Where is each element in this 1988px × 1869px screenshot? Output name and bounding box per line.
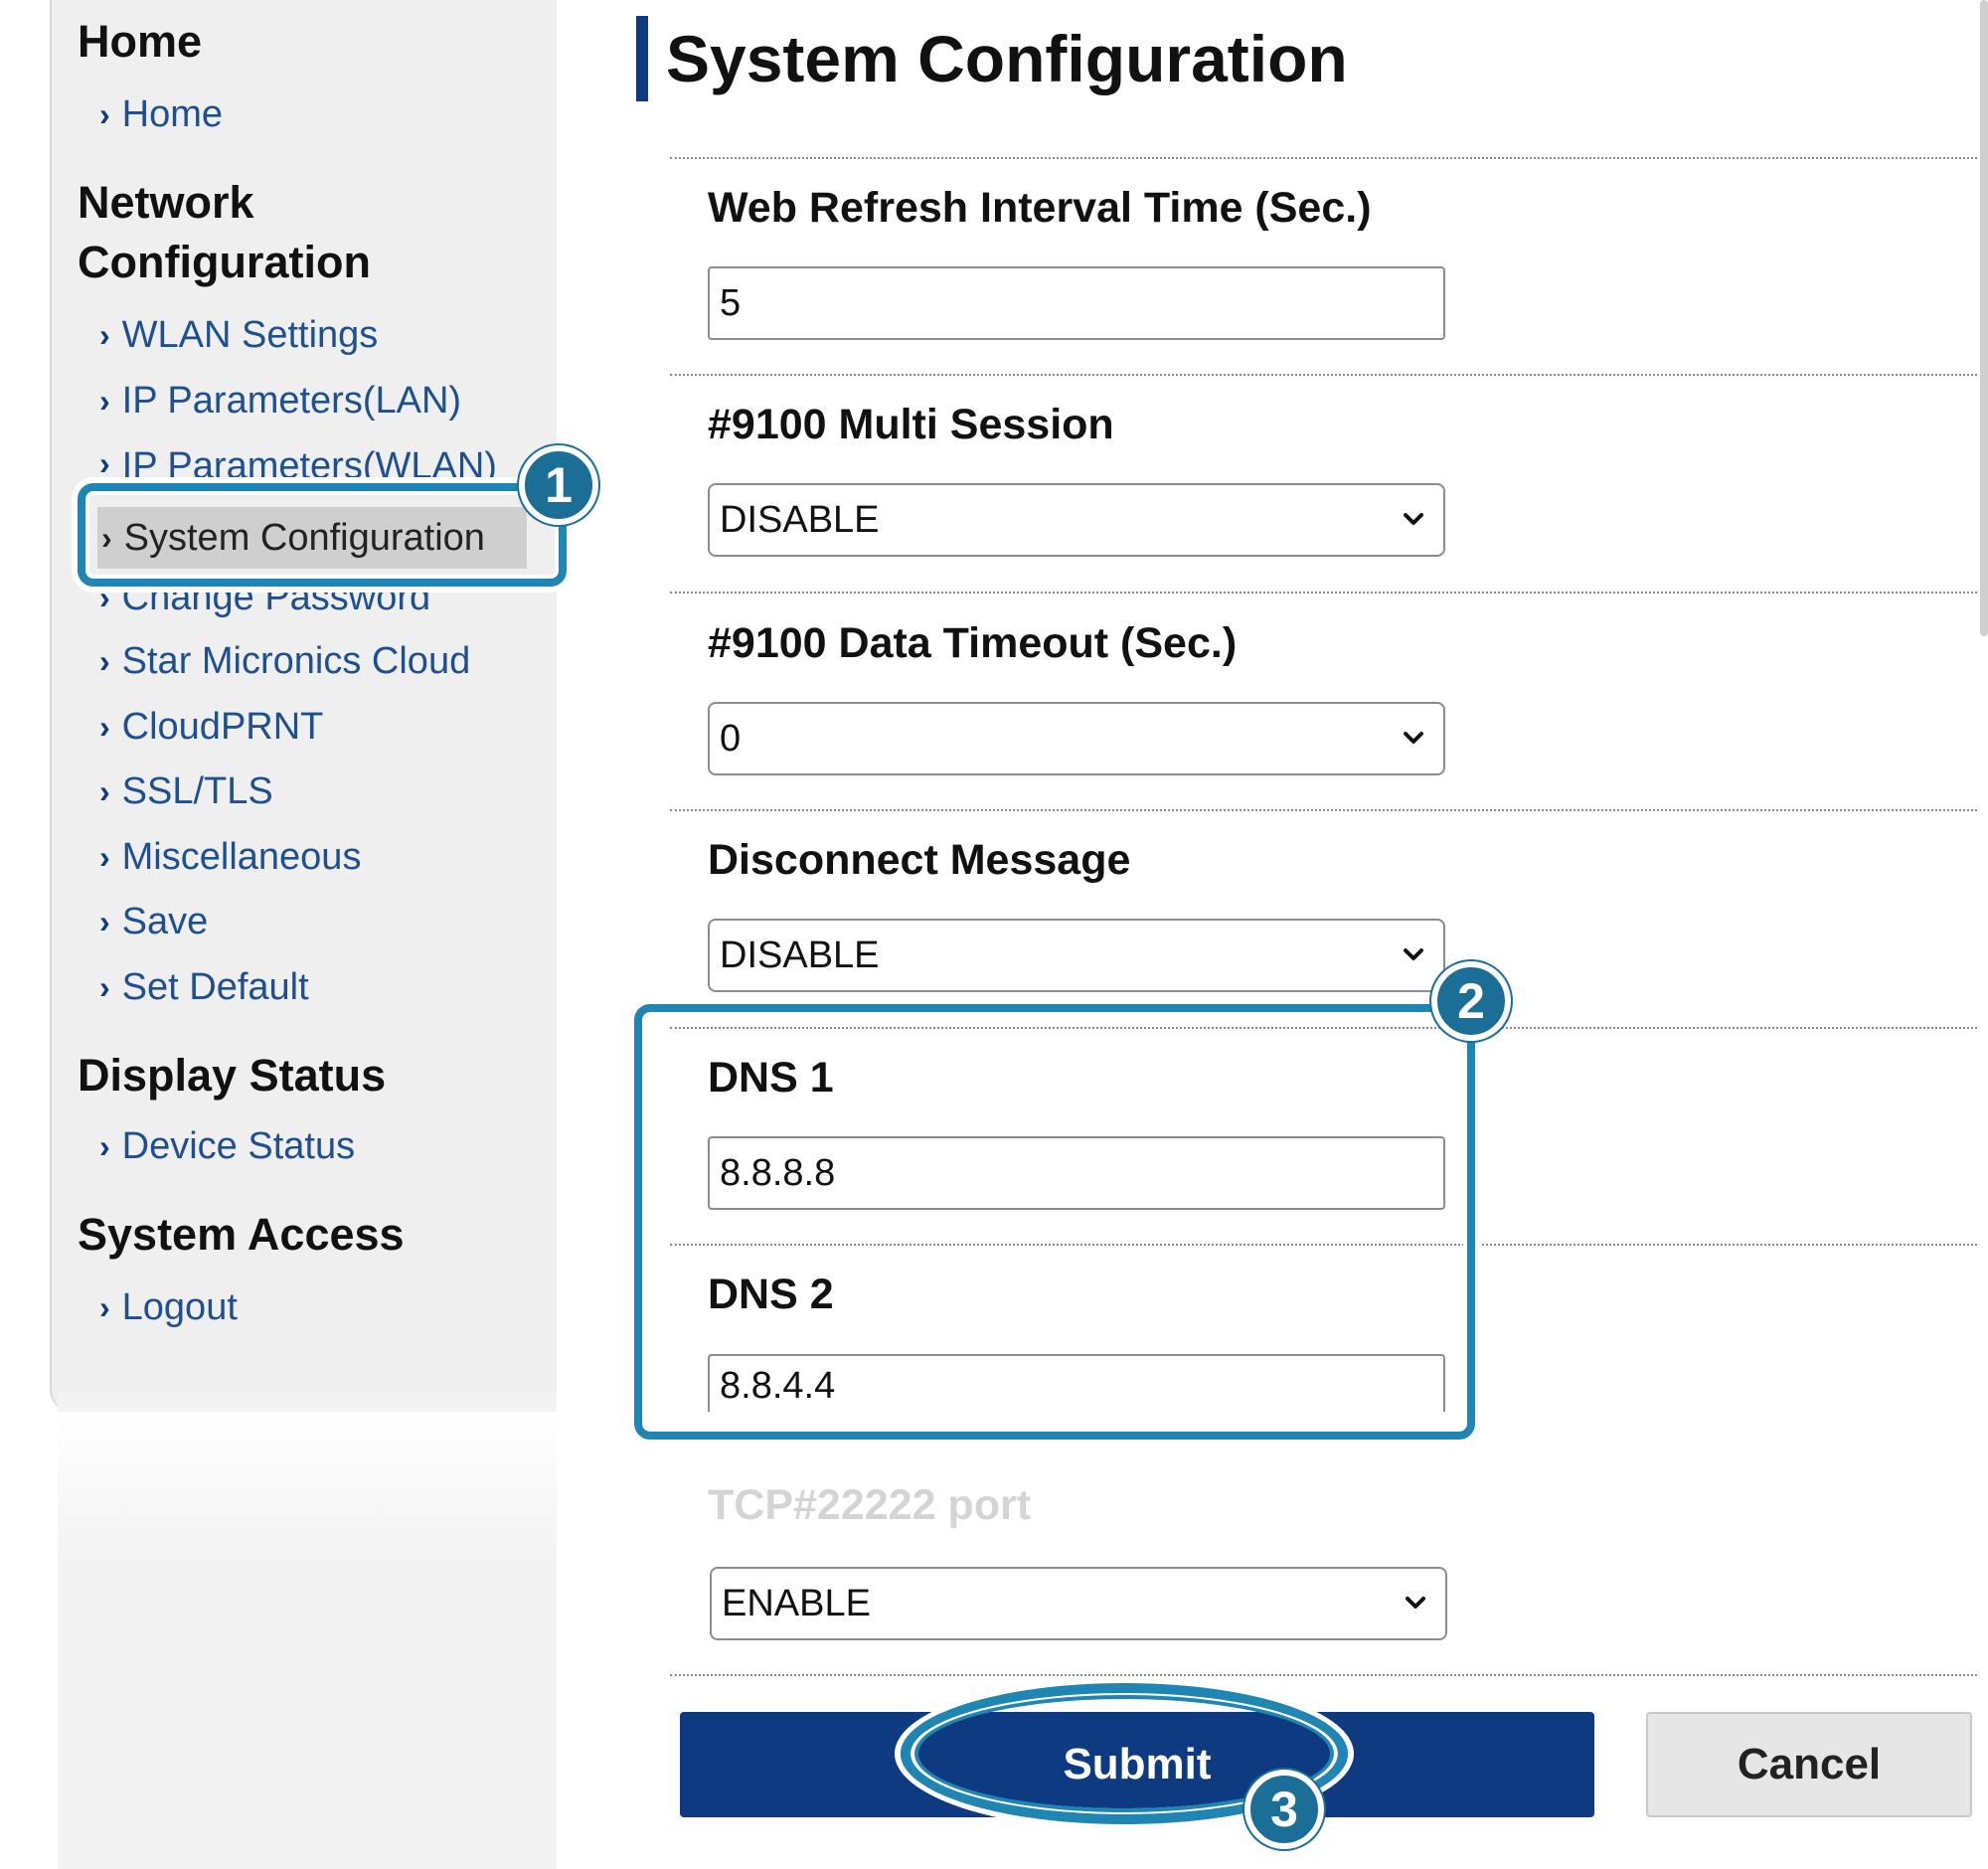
sidebar-item-label: Set Default bbox=[121, 965, 309, 1008]
chevron-right-icon: › bbox=[99, 587, 110, 615]
divider bbox=[670, 1674, 1977, 1676]
field-value: DISABLE bbox=[720, 498, 880, 541]
chevron-right-icon: › bbox=[99, 1288, 110, 1325]
data-timeout-select[interactable]: 0 bbox=[708, 702, 1445, 775]
field-value: ENABLE bbox=[722, 1582, 871, 1624]
divider bbox=[670, 809, 1977, 811]
sidebar-item-ssl-tls[interactable]: › SSL/TLS bbox=[99, 766, 273, 816]
sidebar-heading-configuration: Configuration bbox=[78, 237, 371, 287]
callout-badge-2: 2 bbox=[1431, 961, 1511, 1041]
sidebar-item-set-default[interactable]: › Set Default bbox=[99, 962, 309, 1012]
cancel-button[interactable]: Cancel bbox=[1646, 1712, 1972, 1817]
chevron-down-icon bbox=[1404, 948, 1423, 960]
title-accent-bar bbox=[636, 16, 648, 101]
sidebar-item-wlan-settings[interactable]: › WLAN Settings bbox=[99, 310, 378, 360]
sidebar-item-label: WLAN Settings bbox=[121, 313, 379, 356]
chevron-right-icon: › bbox=[99, 968, 110, 1005]
sidebar-heading-display-status: Display Status bbox=[78, 1050, 387, 1101]
sidebar-item-home[interactable]: › Home bbox=[99, 89, 223, 139]
multi-session-label: #9100 Multi Session bbox=[708, 401, 1114, 448]
sidebar-item-device-status[interactable]: › Device Status bbox=[99, 1121, 355, 1171]
chevron-right-icon: › bbox=[99, 903, 110, 939]
cancel-button-label: Cancel bbox=[1737, 1740, 1882, 1788]
tcp-port-select[interactable]: ENABLE bbox=[710, 1567, 1447, 1640]
chevron-right-icon: › bbox=[99, 95, 110, 132]
tcp-port-label: TCP#22222 port bbox=[708, 1481, 1032, 1529]
sidebar-item-label: Device Status bbox=[121, 1124, 356, 1167]
chevron-right-icon: › bbox=[99, 1127, 110, 1164]
callout-highlight-2 bbox=[634, 1004, 1475, 1440]
divider bbox=[670, 592, 1977, 594]
disconnect-message-label: Disconnect Message bbox=[708, 836, 1131, 884]
chevron-right-icon: › bbox=[99, 445, 110, 477]
sidebar-item-ip-parameters-lan[interactable]: › IP Parameters(LAN) bbox=[99, 376, 461, 425]
screenshot-crop-fade bbox=[50, 1412, 557, 1561]
field-value: 0 bbox=[720, 717, 742, 760]
data-timeout-label: #9100 Data Timeout (Sec.) bbox=[708, 619, 1238, 667]
sidebar-item-save[interactable]: › Save bbox=[99, 897, 208, 946]
sidebar-item-star-micronics-cloud[interactable]: › Star Micronics Cloud bbox=[99, 636, 470, 686]
sidebar-item-label: Change Password bbox=[121, 587, 431, 618]
sidebar-item-label: IP Parameters(LAN) bbox=[121, 379, 462, 422]
scrollbar[interactable] bbox=[1980, 0, 1988, 636]
chevron-right-icon: › bbox=[99, 642, 110, 679]
multi-session-select[interactable]: DISABLE bbox=[708, 483, 1445, 557]
sidebar-item-change-password[interactable]: › Change Password bbox=[99, 587, 430, 618]
sidebar-item-label: Logout bbox=[121, 1285, 238, 1328]
field-value: DISABLE bbox=[720, 934, 880, 976]
sidebar-item-cloudprnt[interactable]: › CloudPRNT bbox=[99, 702, 323, 752]
callout-highlight-1 bbox=[78, 483, 567, 587]
chevron-right-icon: › bbox=[99, 772, 110, 809]
field-value: 5 bbox=[720, 281, 742, 324]
sidebar-item-label: Star Micronics Cloud bbox=[121, 639, 471, 682]
sidebar-item-label: IP Parameters(WLAN) bbox=[121, 445, 497, 477]
page-title: System Configuration bbox=[666, 22, 1348, 95]
chevron-down-icon bbox=[1404, 513, 1423, 525]
sidebar-heading-network: Network bbox=[78, 177, 254, 228]
chevron-right-icon: › bbox=[99, 708, 110, 745]
web-refresh-interval-input[interactable]: 5 bbox=[708, 266, 1445, 340]
callout-badge-3: 3 bbox=[1244, 1770, 1324, 1849]
sidebar-item-miscellaneous[interactable]: › Miscellaneous bbox=[99, 832, 361, 882]
disconnect-message-select[interactable]: DISABLE bbox=[708, 919, 1445, 992]
chevron-right-icon: › bbox=[99, 316, 110, 353]
sidebar-item-ip-parameters-wlan[interactable]: › IP Parameters(WLAN) bbox=[99, 441, 497, 477]
callout-badge-1: 1 bbox=[519, 445, 598, 525]
sidebar-heading-system-access: System Access bbox=[78, 1209, 405, 1260]
chevron-right-icon: › bbox=[99, 838, 110, 875]
sidebar-item-label: Save bbox=[121, 900, 209, 942]
chevron-right-icon: › bbox=[99, 382, 110, 419]
sidebar-item-label: Home bbox=[121, 92, 224, 135]
sidebar-item-label: Miscellaneous bbox=[121, 835, 362, 878]
chevron-down-icon bbox=[1404, 732, 1423, 744]
divider bbox=[670, 157, 1977, 159]
chevron-down-icon bbox=[1406, 1597, 1425, 1609]
sidebar-heading-home: Home bbox=[78, 16, 203, 67]
sidebar-item-label: CloudPRNT bbox=[121, 705, 324, 748]
divider bbox=[670, 374, 1977, 376]
sidebar-item-label: SSL/TLS bbox=[121, 769, 273, 812]
web-refresh-interval-label: Web Refresh Interval Time (Sec.) bbox=[708, 184, 1372, 232]
sidebar-item-logout[interactable]: › Logout bbox=[99, 1282, 238, 1332]
